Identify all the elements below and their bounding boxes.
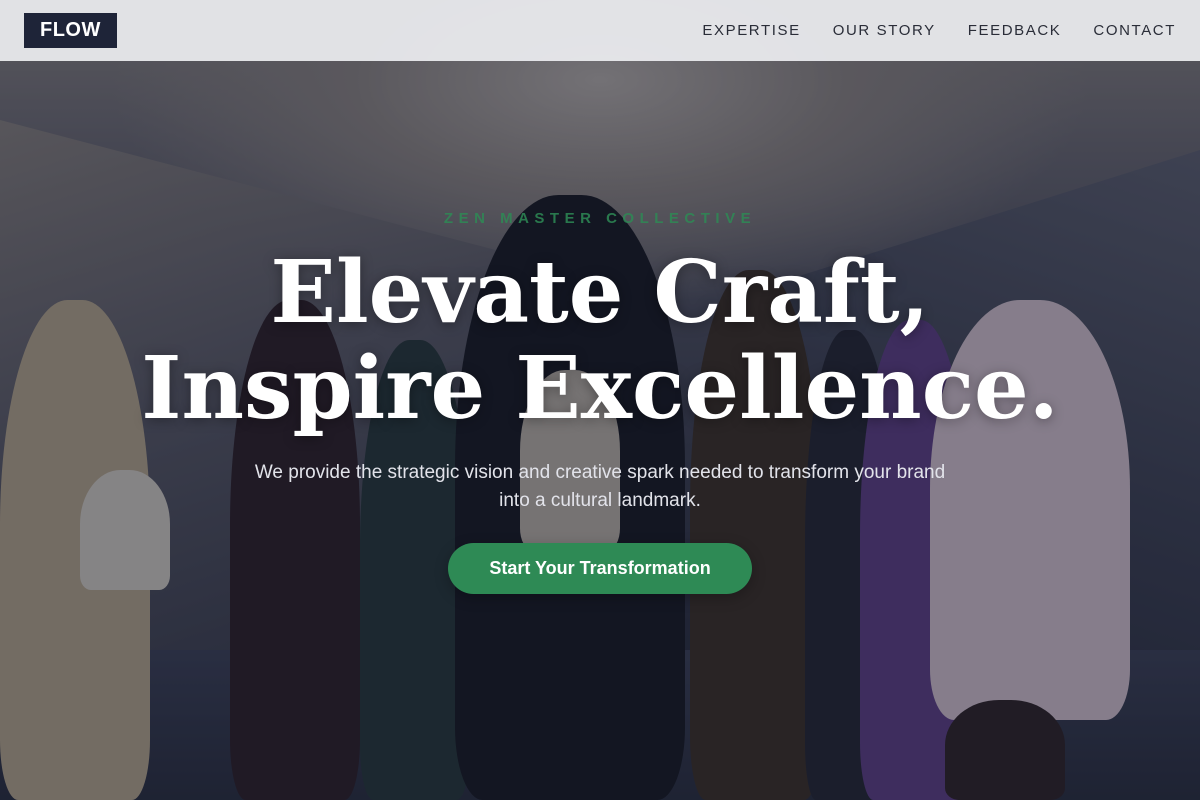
hero-eyebrow: ZEN MASTER COLLECTIVE [443, 210, 757, 227]
hero-content: ZEN MASTER COLLECTIVE Elevate Craft, Ins… [0, 210, 1200, 594]
nav-link-expertise[interactable]: EXPERTISE [702, 22, 800, 39]
top-navbar: FLOW EXPERTISE OUR STORY FEEDBACK CONTAC… [0, 0, 1200, 61]
page: FLOW EXPERTISE OUR STORY FEEDBACK CONTAC… [0, 0, 1200, 800]
hero-headline: Elevate Craft, Inspire Excellence. [0, 245, 1200, 437]
nav-link-feedback[interactable]: FEEDBACK [968, 22, 1062, 39]
nav-link-our-story[interactable]: OUR STORY [833, 22, 936, 39]
start-transformation-button[interactable]: Start Your Transformation [448, 543, 752, 594]
hero-headline-line-2: Inspire Excellence. [141, 338, 1059, 439]
hero-headline-line-1: Elevate Craft, [270, 242, 930, 343]
nav-links: EXPERTISE OUR STORY FEEDBACK CONTACT [702, 22, 1176, 39]
nav-link-contact[interactable]: CONTACT [1093, 22, 1176, 39]
brand-logo[interactable]: FLOW [24, 13, 117, 48]
hero-subtext: We provide the strategic vision and crea… [254, 462, 946, 511]
